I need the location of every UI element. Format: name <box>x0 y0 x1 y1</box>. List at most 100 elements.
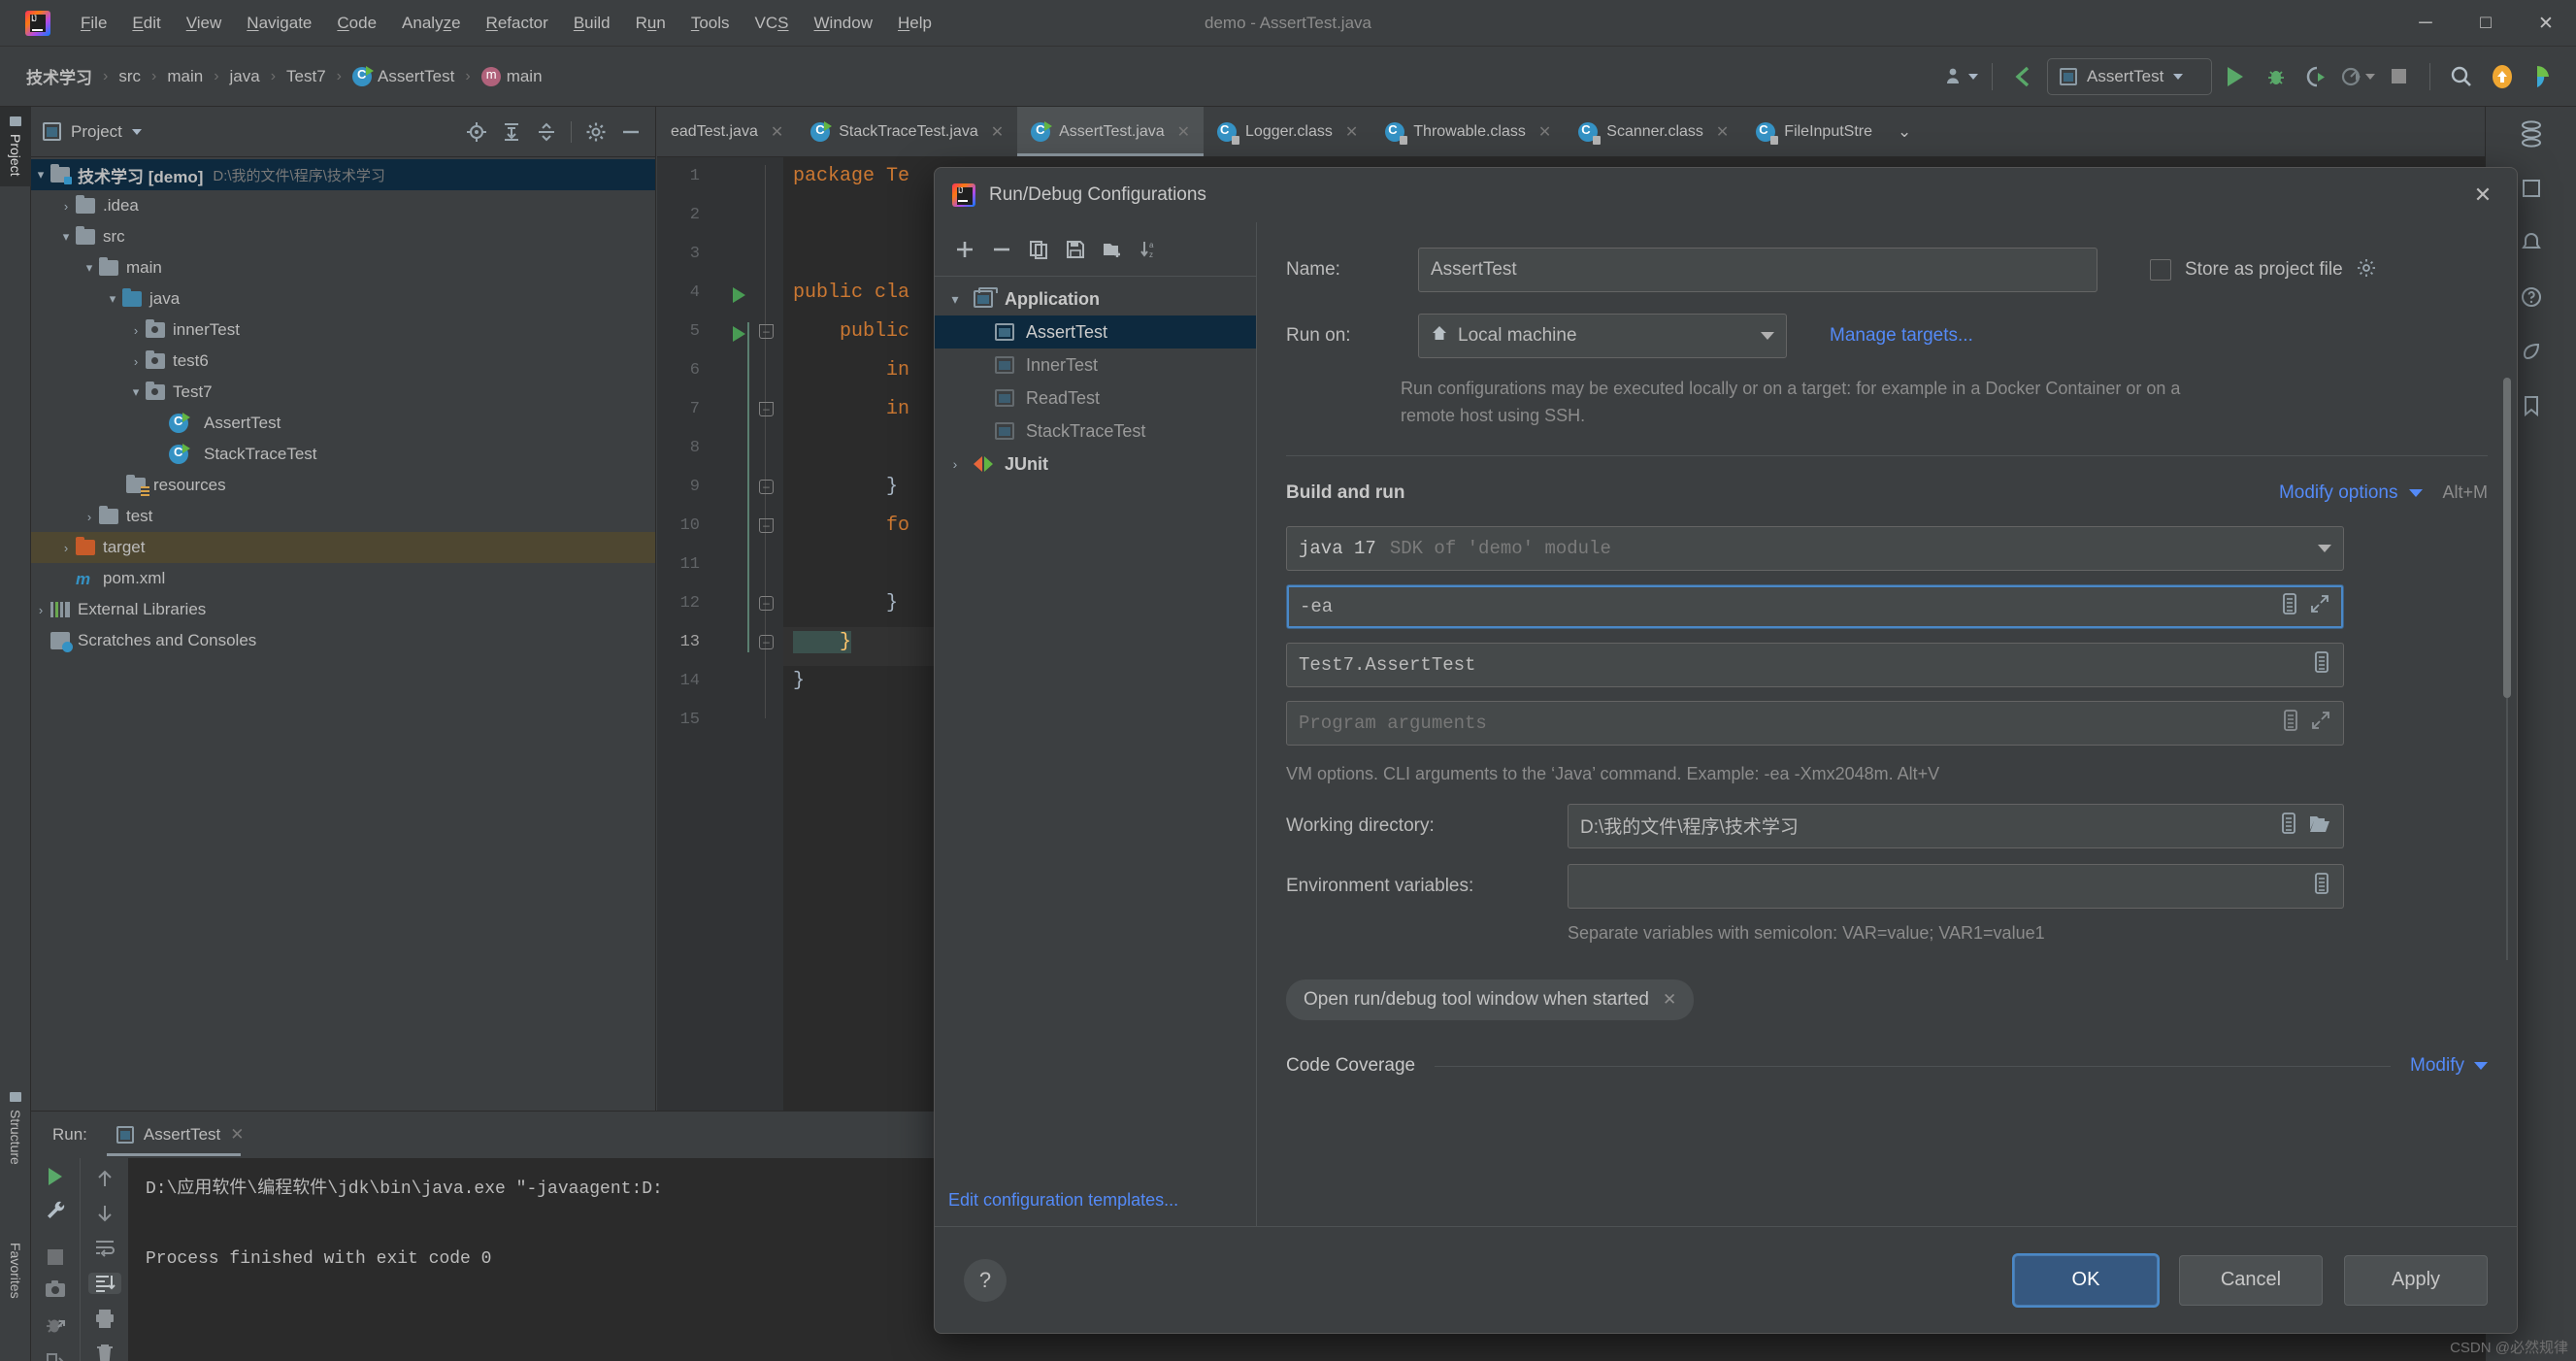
editor-tab-stacktracetest[interactable]: StackTraceTest.java ✕ <box>797 107 1017 156</box>
locate-icon[interactable] <box>464 119 489 145</box>
updates-icon[interactable] <box>2485 59 2520 94</box>
chevron-right-icon[interactable]: › <box>126 323 146 338</box>
account-icon[interactable] <box>1943 59 1978 94</box>
editor-tab-scanner[interactable]: Scanner.class ✕ <box>1565 107 1742 156</box>
fold-icon[interactable]: – <box>759 402 774 416</box>
menu-item-tools[interactable]: Tools <box>678 10 743 37</box>
breadcrumb-item-src[interactable]: src <box>114 64 146 89</box>
debug-icon[interactable] <box>2259 59 2294 94</box>
tree-node-asserttest[interactable]: AssertTest <box>31 408 655 439</box>
copy-icon[interactable] <box>1022 233 1055 266</box>
breadcrumb-item-asserttest[interactable]: AssertTest <box>347 64 459 89</box>
stop-icon[interactable] <box>2381 59 2416 94</box>
cancel-button[interactable]: Cancel <box>2179 1254 2323 1306</box>
edit-env-vars-icon[interactable] <box>2312 872 2331 901</box>
close-icon[interactable]: ✕ <box>230 1125 244 1145</box>
run-on-dropdown[interactable]: Local machine <box>1418 314 1787 358</box>
vm-options-field[interactable]: -ea <box>1286 583 2344 629</box>
breadcrumb-item-java[interactable]: java <box>225 64 265 89</box>
menu-item-code[interactable]: Code <box>324 10 389 37</box>
menu-item-view[interactable]: View <box>174 10 235 37</box>
insert-macro-icon[interactable] <box>2280 592 2299 621</box>
profile-icon[interactable] <box>2340 59 2375 94</box>
run-gutter-icon[interactable] <box>733 287 745 303</box>
editor-tab-asserttest[interactable]: AssertTest.java ✕ <box>1017 107 1205 156</box>
editor-tabs-more-icon[interactable]: ⌄ <box>1886 107 1923 156</box>
scrollbar-thumb[interactable] <box>2503 378 2511 698</box>
close-icon[interactable]: ✕ <box>1663 990 1676 1010</box>
sidebar-tab-favorites[interactable]: Favorites <box>0 1233 31 1309</box>
tree-node-java[interactable]: ▾ java <box>31 283 655 315</box>
manage-targets-link[interactable]: Manage targets... <box>1830 325 1973 347</box>
close-icon[interactable]: ✕ <box>1538 122 1551 142</box>
menu-item-window[interactable]: Window <box>802 10 885 37</box>
program-arguments-field[interactable]: Program arguments <box>1286 700 2344 746</box>
menu-item-analyze[interactable]: Analyze <box>389 10 474 37</box>
sidebar-tab-project[interactable]: Project <box>0 107 31 186</box>
editor-gutter[interactable]: 1 2 3 4 5 6 7 8 9 10 11 12 13 14 15 – – … <box>657 157 783 1118</box>
chevron-down-icon[interactable]: ▾ <box>103 291 122 307</box>
jre-dropdown[interactable]: java 17 SDK of 'demo' module <box>1286 525 2344 571</box>
menu-item-help[interactable]: Help <box>885 10 944 37</box>
expand-icon[interactable] <box>2309 593 2330 620</box>
add-icon[interactable] <box>948 233 981 266</box>
fold-icon[interactable]: – <box>759 596 774 611</box>
config-item-innertest[interactable]: InnerTest <box>935 349 1256 382</box>
tree-node-stacktracetest[interactable]: StackTraceTest <box>31 439 655 470</box>
tree-node-target[interactable]: › target <box>31 532 655 563</box>
config-group-junit[interactable]: › JUnit <box>935 448 1256 481</box>
store-as-project-file-checkbox[interactable] <box>2150 259 2171 281</box>
database-icon[interactable] <box>2486 107 2576 161</box>
run-icon[interactable] <box>2218 59 2253 94</box>
chevron-down-icon[interactable] <box>1761 332 1774 340</box>
soft-wrap-icon[interactable] <box>88 1238 121 1259</box>
fold-icon[interactable]: – <box>759 518 774 533</box>
store-as-project-file-row[interactable]: Store as project file <box>2150 258 2376 282</box>
run-icon[interactable] <box>39 1168 72 1185</box>
gear-icon[interactable] <box>583 119 609 145</box>
close-icon[interactable]: ✕ <box>1716 122 1729 142</box>
tree-node-test7[interactable]: ▾ Test7 <box>31 377 655 408</box>
browse-class-icon[interactable] <box>2312 650 2331 680</box>
menu-item-vcs[interactable]: VCS <box>743 10 802 37</box>
menu-item-navigate[interactable]: Navigate <box>234 10 324 37</box>
run-configuration-selector[interactable]: AssertTest <box>2047 57 2212 95</box>
gear-icon[interactable] <box>2357 258 2376 282</box>
config-group-application[interactable]: ▾ Application <box>935 282 1256 315</box>
kill-process-icon[interactable] <box>39 1313 72 1337</box>
menu-item-file[interactable]: File <box>68 10 119 37</box>
menu-item-edit[interactable]: Edit <box>119 10 173 37</box>
close-icon[interactable]: ✕ <box>1345 122 1358 142</box>
chevron-down-icon[interactable]: ▾ <box>126 384 146 400</box>
main-class-field[interactable]: Test7.AssertTest <box>1286 642 2344 687</box>
tree-node-main[interactable]: ▾ main <box>31 252 655 283</box>
chevron-down-icon[interactable] <box>2409 488 2424 497</box>
help-button[interactable]: ? <box>964 1258 1007 1302</box>
maximize-button[interactable]: □ <box>2456 0 2516 47</box>
tree-node-test6[interactable]: › test6 <box>31 346 655 377</box>
fold-icon[interactable]: – <box>759 324 774 339</box>
breadcrumb-item-main-method[interactable]: main <box>477 64 547 89</box>
tree-node-src[interactable]: ▾ src <box>31 221 655 252</box>
open-tool-window-chip[interactable]: Open run/debug tool window when started … <box>1286 979 1695 1021</box>
wrench-icon[interactable] <box>39 1199 72 1222</box>
save-icon[interactable] <box>1059 233 1092 266</box>
modify-options-link[interactable]: Modify options <box>2279 482 2398 504</box>
console-output[interactable]: D:\应用软件\编程软件\jdk\bin\java.exe "-javaagen… <box>128 1158 947 1361</box>
insert-macro-icon[interactable] <box>2281 709 2300 738</box>
editor-tab-logger[interactable]: Logger.class ✕ <box>1204 107 1371 156</box>
stop-icon[interactable] <box>39 1249 72 1265</box>
chevron-right-icon[interactable]: › <box>56 541 76 555</box>
sort-icon[interactable]: az <box>1133 233 1166 266</box>
vcs-update-icon[interactable] <box>2006 59 2041 94</box>
sidebar-tab-structure[interactable]: Structure <box>0 1082 31 1175</box>
run-with-coverage-icon[interactable] <box>2299 59 2334 94</box>
chevron-right-icon[interactable]: › <box>80 510 99 524</box>
chevron-down-icon[interactable]: ▾ <box>942 291 968 308</box>
menu-item-refactor[interactable]: Refactor <box>474 10 561 37</box>
ok-button[interactable]: OK <box>2014 1254 2158 1306</box>
editor-tab-readtest[interactable]: eadTest.java ✕ <box>657 107 797 156</box>
chevron-right-icon[interactable]: › <box>126 354 146 369</box>
camera-icon[interactable] <box>39 1278 72 1300</box>
config-item-stacktracetest[interactable]: StackTraceTest <box>935 415 1256 448</box>
